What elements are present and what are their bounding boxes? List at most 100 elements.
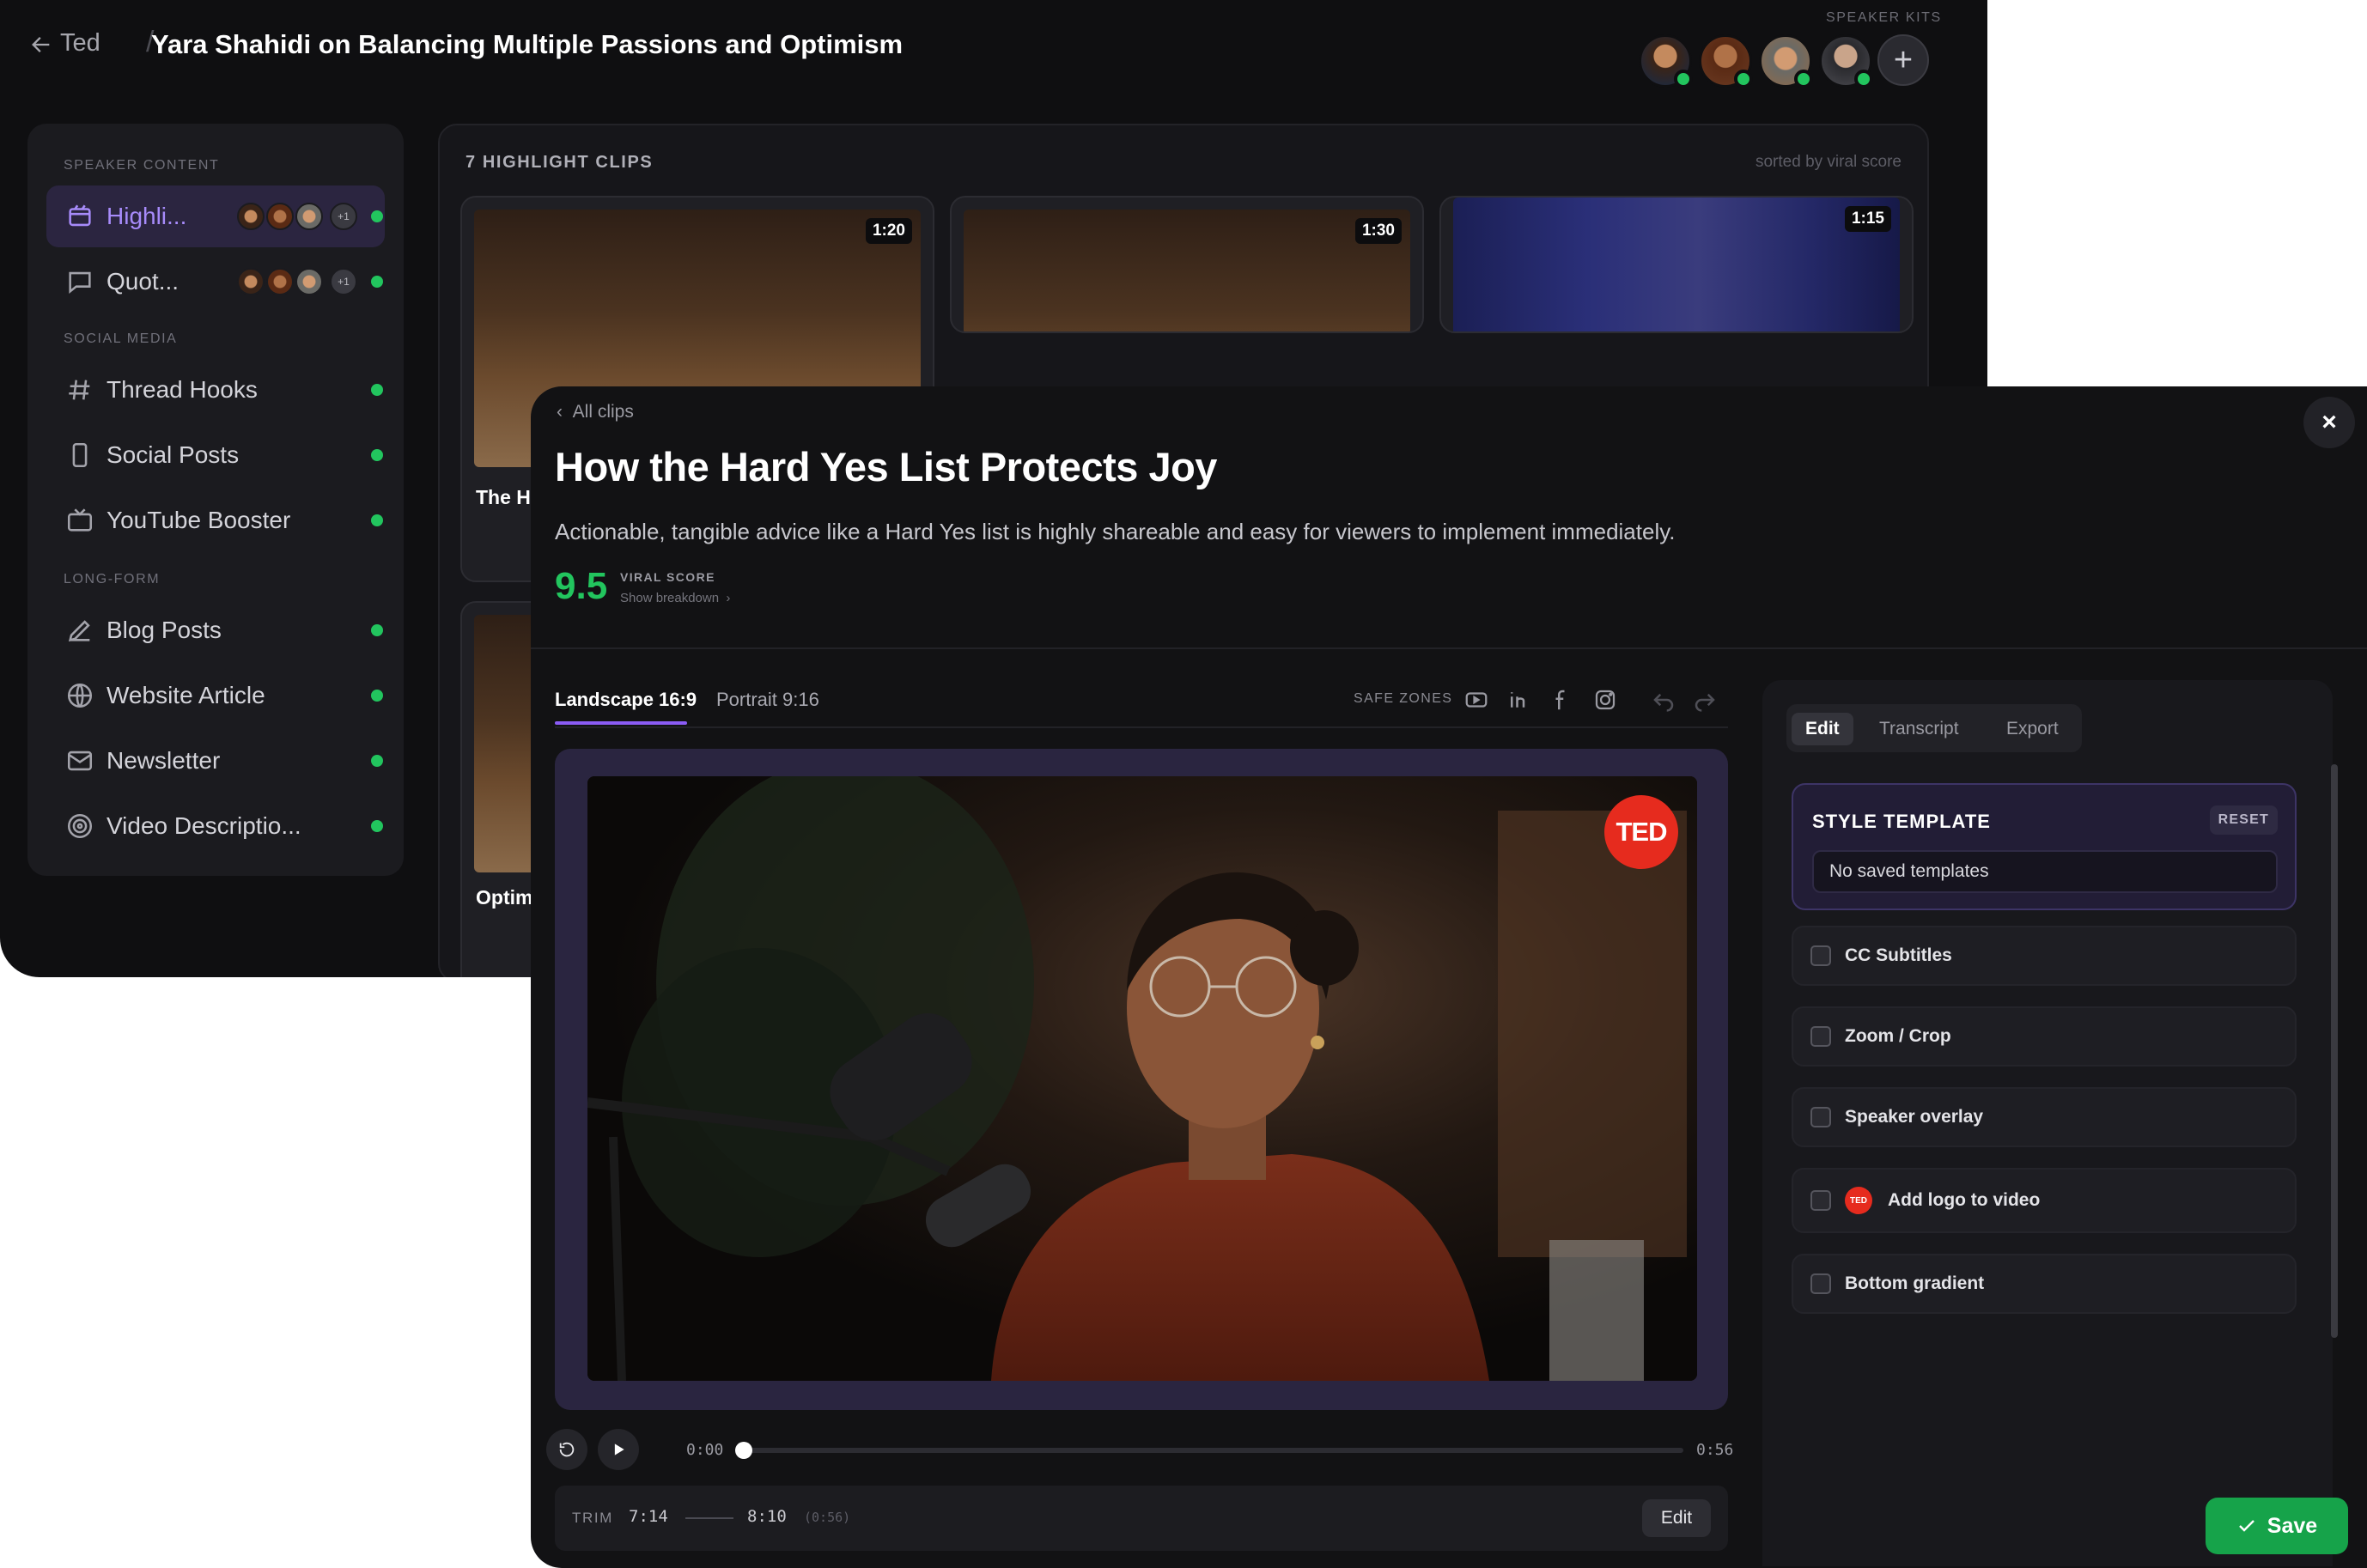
facebook-icon[interactable] xyxy=(1549,687,1575,713)
status-dot-icon xyxy=(371,690,383,702)
avatar[interactable] xyxy=(1639,34,1693,88)
play-icon xyxy=(614,1443,624,1456)
seek-handle[interactable] xyxy=(735,1442,752,1459)
clip-description: Actionable, tangible advice like a Hard … xyxy=(555,519,1676,544)
checkbox[interactable] xyxy=(1810,1026,1831,1047)
sidebar: SPEAKER CONTENT Highli... +1 Quot... +1 xyxy=(27,124,404,876)
phone-icon xyxy=(72,442,88,468)
option-cc-subtitles[interactable]: CC Subtitles xyxy=(1792,926,2297,986)
all-clips-label: All clips xyxy=(572,402,634,422)
style-template-box: STYLE TEMPLATE RESET No saved templates xyxy=(1792,783,2297,910)
all-clips-link[interactable]: ‹ All clips xyxy=(557,402,634,422)
option-label: CC Subtitles xyxy=(1845,945,1952,965)
globe-icon xyxy=(67,683,93,708)
trim-start[interactable]: 7:14 xyxy=(629,1507,668,1526)
checkbox[interactable] xyxy=(1810,1190,1831,1211)
sidebar-item-thread-hooks[interactable]: Thread Hooks xyxy=(46,359,385,421)
close-button[interactable]: × xyxy=(2303,397,2355,448)
sidebar-section-label: SPEAKER CONTENT xyxy=(64,158,220,173)
reset-button[interactable]: RESET xyxy=(2209,805,2278,835)
tab-portrait[interactable]: Portrait 9:16 xyxy=(716,689,819,711)
video-player[interactable]: TED xyxy=(587,776,1697,1381)
sidebar-item-label: Blog Posts xyxy=(106,617,222,643)
tab-edit[interactable]: Edit xyxy=(1792,713,1853,745)
add-speaker-button[interactable]: + xyxy=(1877,34,1929,86)
style-template-select[interactable]: No saved templates xyxy=(1812,850,2278,893)
clip-title: The H xyxy=(476,486,531,508)
clip-card[interactable]: 1:30 xyxy=(950,196,1424,333)
linkedin-icon[interactable] xyxy=(1506,687,1532,713)
clip-editor-modal: × ‹ All clips How the Hard Yes List Prot… xyxy=(531,386,2367,1568)
online-status-icon xyxy=(1794,70,1813,88)
sidebar-item-highlights[interactable]: Highli... +1 xyxy=(46,185,385,247)
avatar[interactable] xyxy=(1699,34,1753,88)
sidebar-item-video-description[interactable]: Video Descriptio... xyxy=(46,795,385,857)
option-zoom-crop[interactable]: Zoom / Crop xyxy=(1792,1006,2297,1067)
breadcrumb-root[interactable]: Ted xyxy=(60,29,100,58)
divider xyxy=(555,726,1728,728)
avatar[interactable] xyxy=(1759,34,1813,88)
option-label: Bottom gradient xyxy=(1845,1273,1985,1293)
save-button[interactable]: Save xyxy=(2206,1498,2348,1554)
sidebar-item-social-posts[interactable]: Social Posts xyxy=(46,424,385,486)
speaker-mini-avatars: +1 xyxy=(237,203,357,230)
sidebar-item-label: Highli... xyxy=(106,203,187,229)
tab-transcript[interactable]: Transcript xyxy=(1865,713,1973,745)
mail-icon xyxy=(67,751,93,771)
checkbox[interactable] xyxy=(1810,945,1831,966)
trim-end[interactable]: 8:10 xyxy=(747,1507,787,1526)
seek-bar[interactable] xyxy=(735,1442,1683,1459)
pen-icon xyxy=(68,620,90,642)
avatar xyxy=(266,203,294,230)
avatar xyxy=(237,268,265,295)
back-arrow-icon[interactable] xyxy=(29,33,53,57)
current-time: 0:00 xyxy=(686,1441,724,1459)
option-speaker-overlay[interactable]: Speaker overlay xyxy=(1792,1087,2297,1147)
checkbox[interactable] xyxy=(1810,1273,1831,1294)
tab-landscape[interactable]: Landscape 16:9 xyxy=(555,689,697,711)
option-bottom-gradient[interactable]: Bottom gradient xyxy=(1792,1254,2297,1314)
sidebar-item-blog-posts[interactable]: Blog Posts xyxy=(46,599,385,661)
option-add-logo[interactable]: TED Add logo to video xyxy=(1792,1168,2297,1233)
tab-export[interactable]: Export xyxy=(1993,713,2072,745)
sidebar-item-label: Video Descriptio... xyxy=(106,812,301,839)
sidebar-item-website-article[interactable]: Website Article xyxy=(46,665,385,726)
clip-duration: 1:30 xyxy=(1354,218,1402,244)
ted-logo-icon: TED xyxy=(1845,1187,1872,1214)
target-icon xyxy=(67,813,93,839)
clip-title: How the Hard Yes List Protects Joy xyxy=(555,444,1217,489)
online-status-icon xyxy=(1734,70,1753,88)
sidebar-item-quotes[interactable]: Quot... +1 xyxy=(46,251,385,313)
checkbox[interactable] xyxy=(1810,1107,1831,1127)
sidebar-item-label: YouTube Booster xyxy=(106,507,291,533)
instagram-icon[interactable] xyxy=(1592,687,1618,713)
highlights-icon xyxy=(69,204,91,227)
active-tab-indicator xyxy=(555,721,687,725)
status-dot-icon xyxy=(371,820,383,832)
online-status-icon xyxy=(1674,70,1693,88)
speaker-mini-avatars: +1 xyxy=(237,268,357,295)
panel-scrollbar[interactable] xyxy=(2331,764,2338,1338)
redo-icon[interactable] xyxy=(1692,687,1718,713)
sidebar-item-newsletter[interactable]: Newsletter xyxy=(46,730,385,792)
status-dot-icon xyxy=(371,276,383,288)
undo-icon[interactable] xyxy=(1651,687,1676,713)
status-dot-icon xyxy=(371,514,383,526)
avatar[interactable] xyxy=(1819,34,1873,88)
show-breakdown-link[interactable]: Show breakdown › xyxy=(620,591,730,605)
play-button[interactable] xyxy=(598,1429,639,1470)
edit-panel: Edit Transcript Export STYLE TEMPLATE RE… xyxy=(1762,680,2333,1566)
trim-edit-button[interactable]: Edit xyxy=(1642,1499,1711,1537)
style-template-title: STYLE TEMPLATE xyxy=(1812,811,1991,832)
more-speakers-badge: +1 xyxy=(330,203,357,230)
clip-duration: 1:20 xyxy=(865,218,912,244)
avatar xyxy=(237,203,265,230)
status-dot-icon xyxy=(371,755,383,767)
youtube-icon[interactable] xyxy=(1463,687,1489,713)
sidebar-item-youtube-booster[interactable]: YouTube Booster xyxy=(46,489,385,551)
safe-zones-label: SAFE ZONES xyxy=(1354,691,1453,706)
replay-button[interactable] xyxy=(546,1429,587,1470)
online-status-icon xyxy=(1854,70,1873,88)
clip-card[interactable]: 1:15 xyxy=(1439,196,1914,333)
sidebar-item-label: Newsletter xyxy=(106,747,221,774)
